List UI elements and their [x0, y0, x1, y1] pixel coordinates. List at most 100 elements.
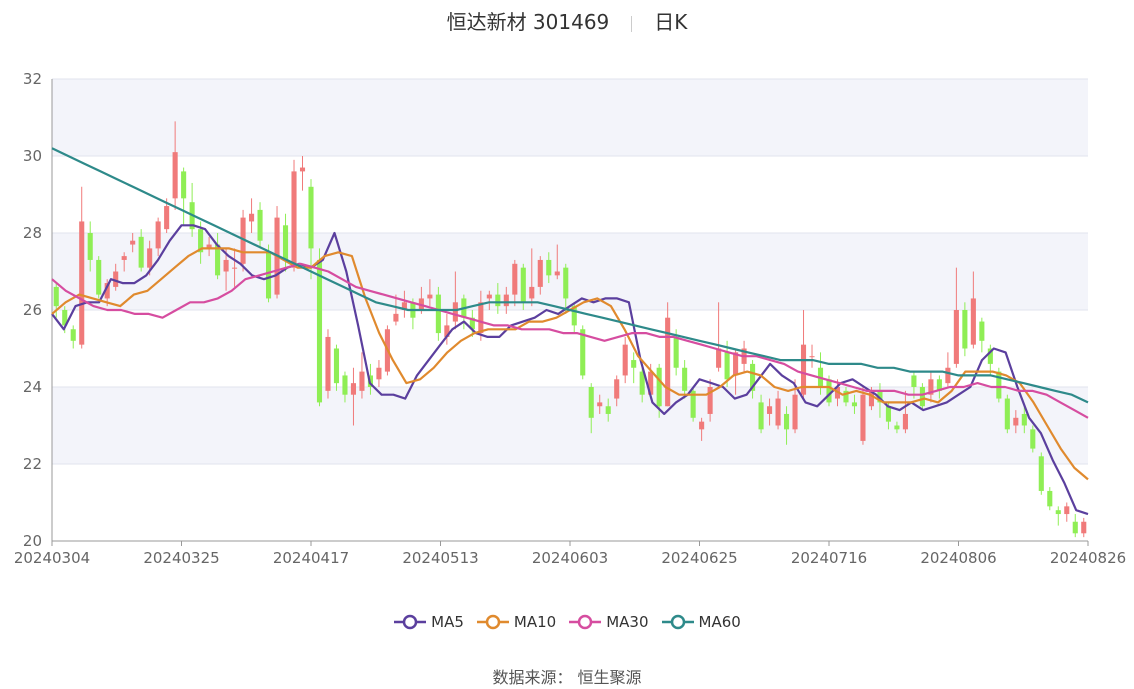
grid-band: [52, 79, 1088, 156]
candle-body: [563, 267, 569, 299]
candle-body: [1030, 429, 1036, 449]
candle-body: [435, 294, 441, 334]
candle-body: [282, 225, 289, 260]
x-tick-label: 20240325: [143, 549, 219, 567]
candle-body: [452, 302, 458, 322]
candle-body: [376, 367, 382, 380]
legend: MA5 MA10 MA30 MA60: [0, 613, 1134, 634]
candle-body: [953, 310, 959, 364]
candle-body: [682, 367, 688, 391]
candle-body: [783, 413, 790, 430]
candle-body: [70, 329, 76, 341]
data-source: 数据来源： 恒生聚源: [0, 664, 1134, 688]
candle-body: [902, 413, 908, 430]
candle-body: [622, 344, 628, 376]
legend-label: MA5: [431, 613, 464, 631]
candle-body: [1064, 506, 1070, 515]
x-tick-label: 20240417: [273, 549, 349, 567]
candle-body: [486, 294, 492, 299]
candle-body: [554, 271, 560, 276]
candle-body: [588, 387, 594, 418]
legend-marker-icon: [476, 614, 509, 630]
candle-body: [155, 221, 161, 249]
candle-body: [809, 356, 815, 358]
candle-body: [1038, 456, 1044, 491]
legend-label: MA30: [606, 613, 649, 631]
candle-body: [894, 425, 900, 430]
candle-body: [665, 317, 671, 407]
candle-body: [996, 371, 1002, 399]
x-tick-label: 20240826: [1050, 549, 1126, 567]
legend-item-ma5[interactable]: MA5: [393, 613, 464, 631]
candle-body: [342, 375, 348, 395]
candle-body: [138, 236, 144, 268]
x-tick-label: 20240603: [532, 549, 608, 567]
x-tick-label: 20240806: [920, 549, 996, 567]
candle-body: [537, 259, 543, 287]
candle-body: [945, 367, 951, 384]
legend-marker-icon: [569, 614, 602, 630]
y-tick-label: 20: [23, 532, 42, 550]
candle-body: [1072, 521, 1078, 534]
candle-body: [529, 286, 535, 299]
candle-body: [767, 406, 773, 414]
candle-body: [299, 167, 306, 172]
candle-body: [350, 383, 357, 395]
candle-body: [232, 267, 238, 269]
candle-body: [308, 186, 314, 249]
candle-body: [699, 421, 705, 430]
candle-body: [96, 259, 102, 295]
candle-body: [181, 171, 187, 199]
candle-body: [147, 248, 153, 268]
candle-body: [223, 259, 229, 272]
y-tick-label: 28: [23, 224, 42, 242]
candle-body: [614, 379, 620, 399]
candle-body: [792, 394, 798, 430]
legend-label: MA10: [513, 613, 557, 631]
candle-body: [597, 402, 603, 407]
candle-body: [1021, 413, 1027, 426]
y-tick-label: 26: [23, 301, 42, 319]
candle-body: [393, 313, 399, 322]
candle-body: [121, 256, 127, 260]
candle-body: [503, 294, 509, 307]
candle-body: [53, 286, 59, 307]
candle-body: [656, 367, 662, 407]
candle-body: [758, 402, 764, 430]
candle-body: [495, 294, 501, 307]
y-tick-label: 30: [23, 147, 42, 165]
legend-marker-icon: [394, 614, 427, 630]
candle-body: [257, 209, 263, 241]
candle-body: [979, 321, 985, 341]
candle-body: [164, 206, 170, 230]
grid-band: [52, 310, 1088, 387]
candle-body: [775, 398, 781, 426]
grid-band: [52, 464, 1088, 541]
candle-body: [316, 259, 323, 403]
x-tick-label: 20240513: [402, 549, 478, 567]
y-tick-label: 32: [23, 70, 42, 88]
candle-body: [325, 336, 331, 391]
candle-body: [291, 171, 297, 268]
candle-body: [520, 267, 526, 303]
candle-body: [851, 402, 858, 407]
candle-body: [970, 298, 976, 345]
candlestick-chart: 20 22 24 26 28 30 32 20240304 20240325 20240417 20…: [14, 70, 1126, 567]
legend-item-ma30[interactable]: MA30: [568, 613, 649, 631]
candle-body: [512, 263, 518, 295]
legend-item-ma10[interactable]: MA10: [476, 613, 556, 631]
candle-body: [860, 394, 866, 441]
candle-body: [427, 294, 433, 299]
candle-body: [546, 259, 552, 276]
candle-body: [631, 360, 637, 368]
candle-body: [962, 310, 968, 349]
grid-band: [52, 387, 1088, 464]
legend-label: MA60: [698, 613, 741, 631]
y-tick-label: 24: [23, 378, 42, 396]
candle-body: [1047, 490, 1053, 507]
candle-body: [333, 348, 340, 384]
candle-body: [716, 348, 722, 368]
legend-item-ma60[interactable]: MA60: [661, 613, 741, 631]
y-tick-label: 22: [23, 455, 42, 473]
candle-body: [605, 406, 611, 414]
